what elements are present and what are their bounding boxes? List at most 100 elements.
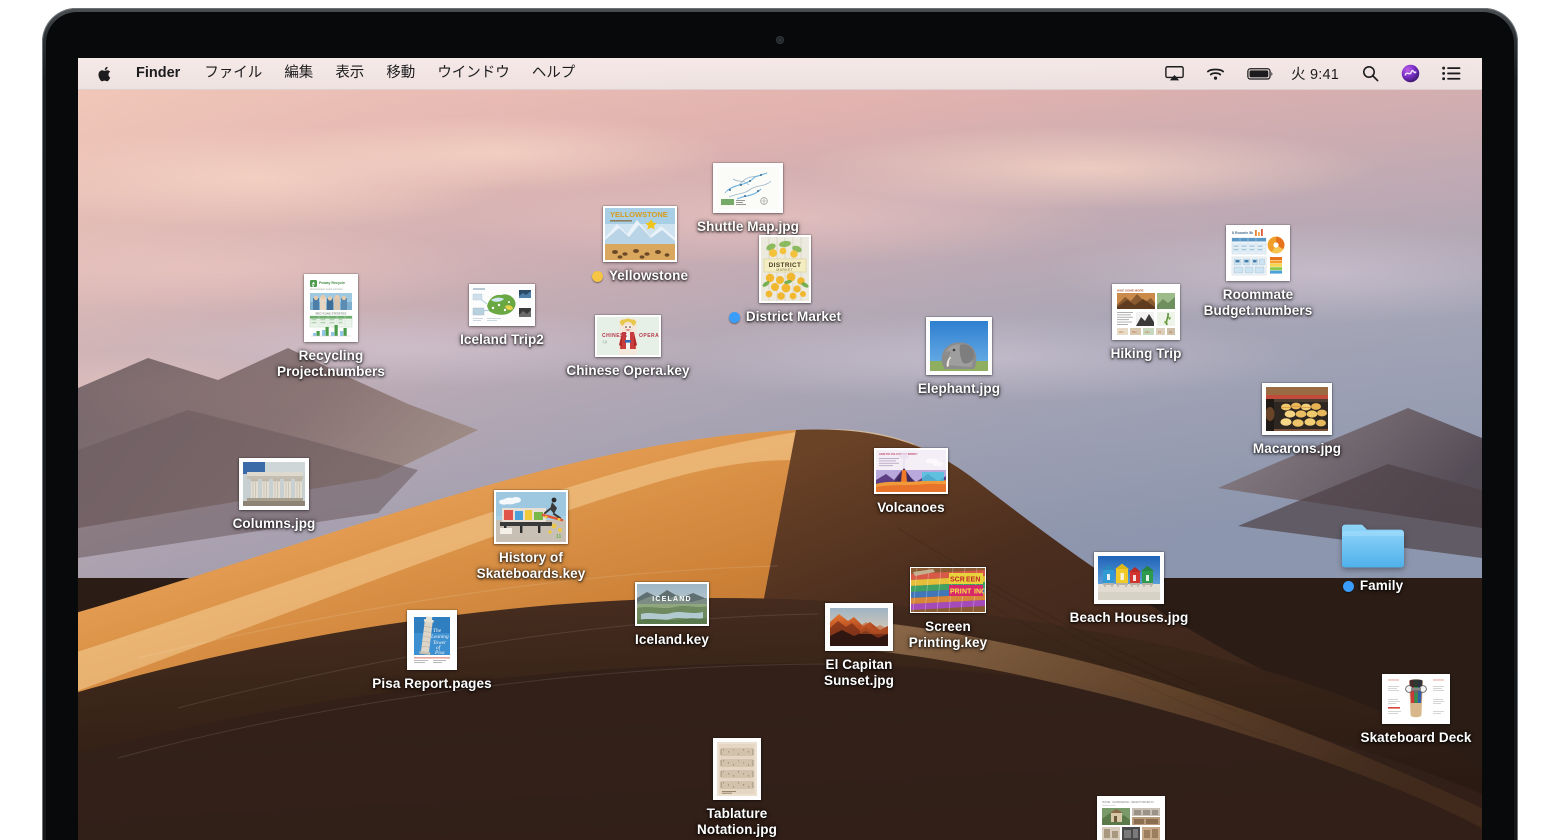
icon-thumbnail: DISTRICT MARKET <box>759 235 811 303</box>
desktop-item-label: Iceland.key <box>635 632 709 647</box>
desktop-item-el-capitan-sunset[interactable]: El Capitan Sunset.jpg <box>784 603 934 689</box>
svg-text:Pisa: Pisa <box>434 650 445 656</box>
svg-text:OPERA: OPERA <box>639 333 659 339</box>
desktop-item-yellowstone[interactable]: YELLOWSTONE Yellowstone <box>565 206 715 284</box>
menu-go[interactable]: 移動 <box>375 58 426 89</box>
desktop-item-hiking-trip[interactable]: HIKE SOME MORE 20m 35m 40m 1hr 2hr Hikin… <box>1071 284 1221 362</box>
svg-text:HOW DO VOLCANOES WORK?: HOW DO VOLCANOES WORK? <box>879 452 918 456</box>
desktop-item-label: Hiking Trip <box>1110 346 1182 361</box>
icon-thumbnail: Poway Recycle Annual project report summ… <box>304 274 358 342</box>
svg-text:$ Roomie 5k: $ Roomie 5k <box>1232 231 1253 235</box>
icon-thumbnail <box>1094 552 1164 604</box>
battery-icon[interactable] <box>1236 58 1285 89</box>
svg-text:20m: 20m <box>1119 331 1124 334</box>
menu-bar-clock[interactable]: 火 9:41 <box>1285 58 1351 89</box>
svg-text:SCR: SCR <box>950 576 965 583</box>
desktop-item-recycling-project[interactable]: Poway Recycle Annual project report summ… <box>256 274 406 380</box>
icon-thumbnail: HOW DO VOLCANOES WORK? <box>874 448 948 494</box>
icon-thumbnail <box>713 163 783 213</box>
icon-thumbnail <box>239 458 309 510</box>
desktop-item-label: History of Skateboards.key <box>476 550 586 581</box>
desktop-item-volcanoes[interactable]: HOW DO VOLCANOES WORK? Volcanoes <box>836 448 986 516</box>
desktop-item-pisa-report[interactable]: The Leaning Tower of Pisa Pisa Report.pa… <box>357 610 507 692</box>
airplay-icon[interactable] <box>1154 58 1195 89</box>
menu-finder[interactable]: Finder <box>127 58 193 89</box>
desktop-item-macarons[interactable]: Macarons.jpg <box>1222 383 1372 457</box>
siri-icon[interactable] <box>1390 58 1431 89</box>
svg-text:NT: NT <box>962 588 972 595</box>
desktop-item-skateboard-deck[interactable]: Skateboard Deck <box>1341 674 1482 746</box>
desktop-item-beach-houses[interactable]: Beach Houses.jpg <box>1054 552 1204 626</box>
icon-thumbnail <box>825 603 893 651</box>
desktop-item-label: Yellowstone <box>591 268 688 284</box>
svg-text:PRI: PRI <box>950 588 962 595</box>
svg-text:35m: 35m <box>1132 331 1137 334</box>
svg-text:CHINESE: CHINESE <box>602 333 628 339</box>
desktop-item-label: Beach Houses.jpg <box>1069 610 1189 625</box>
icon-thumbnail <box>1262 383 1332 435</box>
desktop-item-home[interactable]: HOUSE · SCANDINAVIAN · RECENT PROJECTS U… <box>1056 796 1206 840</box>
menu-window[interactable]: ウインドウ <box>426 58 521 89</box>
desktop-item-label: District Market <box>728 309 841 325</box>
desktop-item-columns[interactable]: Columns.jpg <box>199 458 349 532</box>
icon-thumbnail: 11 <box>494 490 568 544</box>
svg-text:ICELAND: ICELAND <box>652 596 692 603</box>
desktop-item-elephant[interactable]: Elephant.jpg <box>884 317 1034 397</box>
wifi-icon[interactable] <box>1195 58 1236 89</box>
icon-thumbnail: ICELAND <box>635 582 709 626</box>
screenshot-stage: Finder ファイル 編集 表示 移動 ウインドウ ヘルプ 火 9:41 Sh… <box>0 0 1560 840</box>
tag-dot-blue <box>1342 580 1354 592</box>
desktop-item-label: Macarons.jpg <box>1252 441 1342 456</box>
svg-text:EEN: EEN <box>966 576 980 583</box>
desktop-item-history-of-skateboards[interactable]: 11 History of Skateboards.key <box>456 490 606 582</box>
svg-text:Updated weekly: Updated weekly <box>1102 804 1116 807</box>
desktop-item-label: El Capitan Sunset.jpg <box>823 657 894 688</box>
svg-text:YELLOWSTONE: YELLOWSTONE <box>610 210 668 219</box>
desktop-screen: Finder ファイル 編集 表示 移動 ウインドウ ヘルプ 火 9:41 Sh… <box>78 58 1482 840</box>
svg-text:Annual project report summary: Annual project report summary <box>310 288 343 291</box>
desktop-item-chinese-opera[interactable]: CHINESE OPERA 京劇 Chinese Opera.key <box>553 315 703 379</box>
desktop-item-district-market[interactable]: DISTRICT MARKET District Market <box>710 235 860 325</box>
icon-thumbnail <box>1382 674 1450 724</box>
tag-dot-blue <box>728 311 740 323</box>
menu-bar[interactable]: Finder ファイル 編集 表示 移動 ウインドウ ヘルプ 火 9:41 <box>78 58 1482 90</box>
control-center-icon[interactable] <box>1431 58 1472 89</box>
svg-text:MARKET: MARKET <box>777 268 794 272</box>
menu-file[interactable]: ファイル <box>193 58 273 89</box>
icon-thumbnail: YELLOWSTONE <box>603 206 677 262</box>
folder-icon <box>1342 524 1404 568</box>
svg-text:11: 11 <box>556 534 562 540</box>
desktop-item-label: Iceland Trip2 <box>460 332 544 347</box>
desktop-item-label: Recycling Project.numbers <box>276 348 386 379</box>
desktop-item-tablature-notation[interactable]: 357 246 538 274 753 926 246 385 Tablatur… <box>662 738 812 838</box>
svg-text:RECYCLING STATISTICS: RECYCLING STATISTICS <box>316 312 347 316</box>
search-icon[interactable] <box>1351 58 1390 89</box>
icon-thumbnail <box>926 317 992 375</box>
desktop-item-iceland-key[interactable]: ICELAND Iceland.key <box>597 582 747 648</box>
svg-text:ING: ING <box>974 588 985 595</box>
svg-text:1hr: 1hr <box>1158 331 1162 334</box>
menu-help[interactable]: ヘルプ <box>521 58 587 89</box>
desktop-item-label: Pisa Report.pages <box>372 676 492 691</box>
icon-thumbnail: HOUSE · SCANDINAVIAN · RECENT PROJECTS U… <box>1097 796 1165 840</box>
webcam-icon <box>776 36 784 44</box>
desktop-item-label: Elephant.jpg <box>917 381 1001 396</box>
menu-edit[interactable]: 編集 <box>273 58 324 89</box>
menu-view[interactable]: 表示 <box>324 58 375 89</box>
icon-thumbnail <box>469 284 535 326</box>
svg-text:HIKE SOME MORE: HIKE SOME MORE <box>1117 288 1144 292</box>
apple-logo-icon[interactable] <box>78 58 127 89</box>
svg-text:HOUSE · SCANDINAVIAN · RECENT: HOUSE · SCANDINAVIAN · RECENT PROJECTS <box>1102 801 1154 804</box>
desktop-item-label: Volcanoes <box>877 500 945 515</box>
icon-thumbnail <box>1340 520 1406 572</box>
svg-text:2hr: 2hr <box>1169 331 1173 334</box>
icon-thumbnail: The Leaning Tower of Pisa <box>407 610 457 670</box>
desktop-item-label: Chinese Opera.key <box>566 363 690 378</box>
svg-text:Poway Recycle: Poway Recycle <box>319 281 345 285</box>
icon-thumbnail: 357 246 538 274 753 926 246 385 <box>713 738 761 800</box>
desktop-item-family-folder[interactable]: Family <box>1298 520 1448 594</box>
desktop-item-label: Columns.jpg <box>232 516 316 531</box>
svg-text:40m: 40m <box>1145 331 1150 334</box>
icon-thumbnail: CHINESE OPERA 京劇 <box>595 315 661 357</box>
icon-thumbnail: $ Roomie 5k <box>1226 225 1290 281</box>
